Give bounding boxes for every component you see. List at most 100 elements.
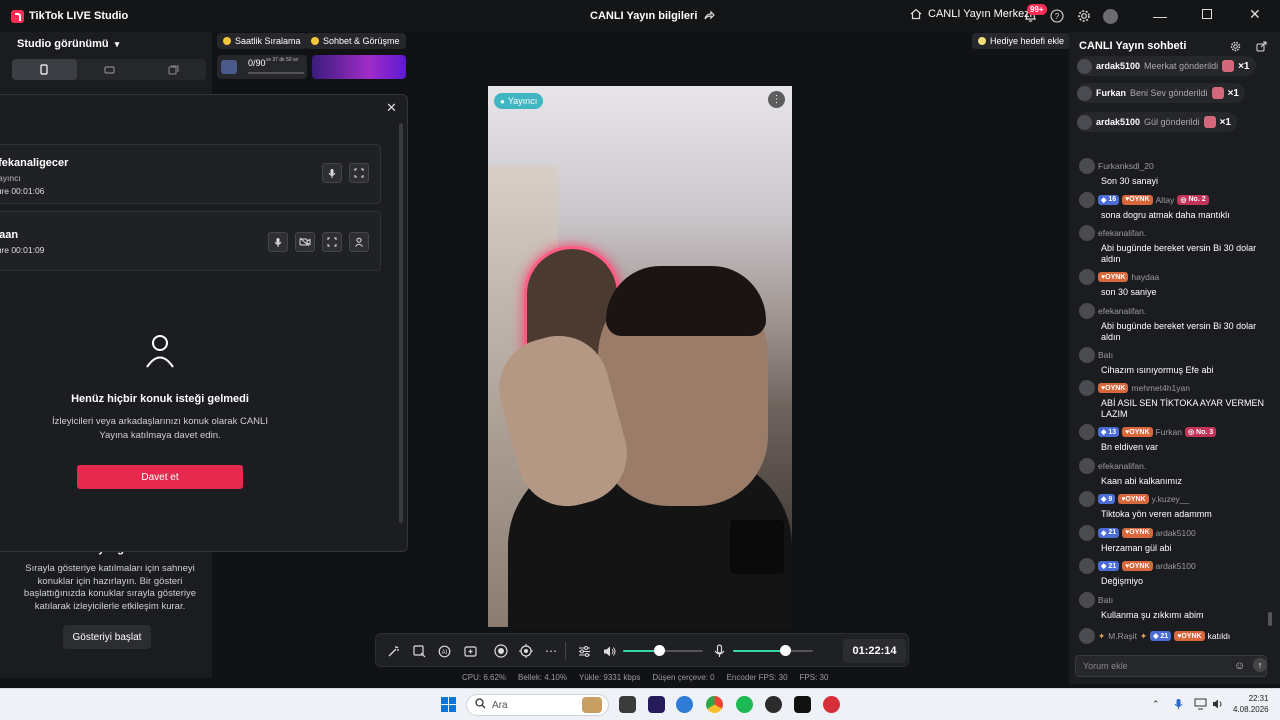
emoji-icon[interactable]: ☺ — [1234, 660, 1245, 672]
speaker-icon[interactable] — [602, 643, 618, 659]
divider — [565, 642, 566, 660]
gift-row: ardak5100 Gül gönderildi ×1 — [1077, 112, 1237, 132]
ranking-time: ss 37 dk 50 sn — [266, 57, 299, 63]
chat-settings-icon[interactable] — [1230, 41, 1241, 55]
landscape-layout-button[interactable] — [77, 59, 142, 80]
microphone-icon[interactable] — [711, 643, 727, 659]
modal-scrollbar[interactable] — [399, 123, 403, 523]
settings-icon[interactable] — [1077, 9, 1091, 23]
dual-layout-button[interactable] — [141, 59, 206, 80]
gift-icon — [1203, 116, 1216, 128]
gift-text: Gül gönderildi — [1144, 117, 1200, 127]
more-options-icon[interactable]: ⋮ — [768, 91, 785, 108]
ai-effects-icon[interactable]: AI — [436, 643, 452, 659]
profile-avatar[interactable] — [1103, 9, 1118, 24]
studio-view-dropdown[interactable]: Studio görünümü ▾ — [17, 38, 119, 50]
join-user[interactable]: M.Raşit — [1108, 631, 1137, 641]
avatar — [1079, 591, 1095, 608]
share-icon[interactable] — [703, 10, 716, 22]
send-button[interactable]: ↑ — [1253, 658, 1267, 672]
hourly-ranking-chip[interactable]: Saatlik Sıralama — [217, 33, 307, 49]
join-tag: OYNK — [1181, 632, 1202, 640]
chat-username[interactable]: y.kuzey__ — [1152, 494, 1190, 504]
fullscreen-button[interactable] — [349, 163, 369, 183]
media-player-icon[interactable] — [823, 696, 840, 713]
mic-button[interactable] — [268, 232, 288, 252]
chat-collab-chip[interactable]: Sohbet & Görüşme — [305, 33, 406, 49]
live-center-button[interactable]: CANLI Yayın Merkezi — [910, 8, 1032, 20]
tiktok-studio-taskbar-icon[interactable] — [794, 696, 811, 713]
chat-username[interactable]: ardak5100 — [1156, 561, 1196, 571]
chat-username[interactable]: haydaa — [1131, 272, 1159, 282]
target-icon[interactable] — [518, 643, 534, 659]
chat-username[interactable]: ardak5100 — [1156, 528, 1196, 538]
chat-username[interactable]: efekanalifan. — [1098, 306, 1146, 316]
chat-scrollbar[interactable] — [1268, 612, 1272, 626]
steam-icon[interactable] — [765, 696, 782, 713]
chevron-down-icon: ▾ — [114, 39, 120, 49]
avatar — [1079, 269, 1095, 285]
gift-goal-chip[interactable]: Hediye hedefi ekle — [972, 33, 1071, 49]
after-effects-icon[interactable] — [648, 696, 665, 713]
add-source-icon[interactable] — [411, 643, 427, 659]
more-icon[interactable]: ⋯ — [543, 643, 559, 659]
close-window-button[interactable]: ✕ — [1249, 6, 1261, 23]
search-highlight-icon — [582, 697, 602, 713]
fullscreen-button[interactable] — [322, 232, 342, 252]
network-icon[interactable] — [1194, 698, 1207, 713]
portrait-layout-button[interactable] — [12, 59, 77, 80]
gift-user[interactable]: ardak5100 — [1096, 61, 1140, 71]
spotify-icon[interactable] — [736, 696, 753, 713]
chat-username[interactable]: Batı — [1098, 595, 1113, 605]
chevron-up-icon[interactable]: ⌃ — [1152, 699, 1160, 710]
chat-username[interactable]: efekanalifan. — [1098, 228, 1146, 238]
mic-tray-icon[interactable] — [1174, 698, 1183, 713]
mic-button[interactable] — [322, 163, 342, 183]
task-view-icon[interactable] — [619, 696, 636, 713]
start-show-button[interactable]: Gösteriyi başlat — [63, 625, 151, 649]
chat-username[interactable]: efekanalifan. — [1098, 461, 1146, 471]
level-value: 13 — [1108, 428, 1117, 436]
sparkle-icon: ✦ — [1098, 630, 1106, 641]
guest-profile-button[interactable] — [349, 232, 369, 252]
gift-user[interactable]: Furkan — [1096, 88, 1126, 98]
host-badge-label: Yayıncı — [507, 96, 538, 106]
volume-slider-knob[interactable] — [654, 645, 665, 656]
gift-user[interactable]: ardak5100 — [1096, 117, 1140, 127]
live-info-button[interactable]: CANLI Yayın bilgileri — [590, 10, 716, 22]
live-video-preview[interactable]: ● Yayıncı ⋮ — [488, 86, 792, 627]
taskbar-search[interactable]: Ara — [466, 694, 609, 716]
explorer-icon[interactable] — [676, 696, 693, 713]
chat-username[interactable]: Furkanksdl_20 — [1098, 161, 1154, 171]
chat-username[interactable]: Furkan — [1156, 427, 1182, 437]
windows-start-icon[interactable] — [441, 697, 456, 715]
magic-wand-icon[interactable] — [385, 643, 401, 659]
maximize-button[interactable] — [1202, 9, 1212, 19]
equalizer-icon[interactable] — [576, 643, 592, 659]
mic-slider[interactable] — [733, 650, 813, 652]
mic-slider-knob[interactable] — [780, 645, 791, 656]
volume-tray-icon[interactable] — [1212, 698, 1225, 713]
chat-username[interactable]: Altay — [1156, 195, 1175, 205]
live-info-label: CANLI Yayın bilgileri — [590, 10, 698, 22]
add-scene-icon[interactable] — [462, 643, 478, 659]
help-icon[interactable]: ? — [1050, 9, 1064, 23]
camera-off-button[interactable] — [295, 232, 315, 252]
taskbar-clock[interactable]: 22:31 4.08.2026 — [1233, 693, 1269, 715]
avatar — [1079, 424, 1095, 440]
chat-text: Abi bugünde bereket versin Bi 30 dolar a… — [1101, 243, 1257, 264]
chrome-icon[interactable] — [706, 696, 723, 713]
promo-banner[interactable] — [312, 55, 406, 79]
close-modal-icon[interactable]: ✕ — [386, 100, 397, 116]
popout-icon[interactable] — [1256, 41, 1267, 55]
level-badge: ◆ 16 — [1098, 194, 1120, 205]
gift-text: Meerkat gönderildi — [1144, 61, 1219, 71]
chat-username[interactable]: mehmet4h1yan — [1131, 383, 1190, 393]
minimize-button[interactable]: — — [1153, 8, 1167, 24]
notification-badge: 99+ — [1027, 4, 1047, 15]
invite-button[interactable]: Davet et — [77, 465, 243, 489]
fan-badge: ♥ OYNK — [1122, 427, 1153, 437]
record-icon[interactable] — [493, 643, 509, 659]
chat-username[interactable]: Batı — [1098, 350, 1113, 360]
ranking-progress-card[interactable]: 0/90 ss 37 dk 50 sn — [217, 55, 307, 79]
